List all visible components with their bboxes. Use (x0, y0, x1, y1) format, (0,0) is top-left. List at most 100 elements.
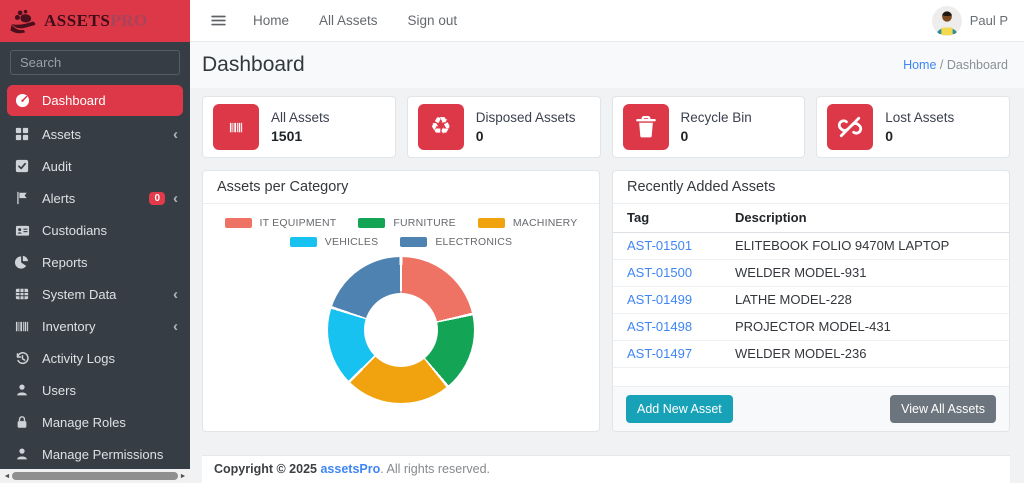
chevron-left-icon: ‹ (173, 191, 178, 206)
add-new-asset-button[interactable]: Add New Asset (626, 395, 733, 423)
sidebar-item-system-data[interactable]: System Data‹ (0, 278, 190, 310)
sidebar-horizontal-scrollbar[interactable]: ◄ ► (0, 469, 190, 483)
view-all-assets-button[interactable]: View All Assets (890, 395, 996, 423)
sidebar-item-manage-roles[interactable]: Manage Roles (0, 406, 190, 438)
sidebar-item-alerts[interactable]: Alerts0‹ (0, 182, 190, 214)
top-navbar: Home All Assets Sign out Paul P (190, 0, 1024, 42)
stat-value: 0 (681, 128, 752, 144)
content: All Assets1501♻Disposed Assets0Recycle B… (190, 88, 1024, 483)
stat-label: Lost Assets (885, 110, 954, 125)
recent-panel-title: Recently Added Assets (613, 171, 1009, 204)
asset-tag-link[interactable]: AST-01501 (613, 233, 721, 260)
asset-description: WELDER MODEL-931 (721, 260, 1009, 287)
pie-chart-icon (14, 254, 30, 270)
sidebar-item-audit[interactable]: Audit (0, 150, 190, 182)
legend-item-machinery: MACHINERY (478, 217, 578, 229)
assets-per-category-panel: Assets per Category IT EQUIPMENT FURNITUR… (202, 170, 600, 432)
breadcrumb-home-link[interactable]: Home (903, 58, 936, 72)
legend-swatch (225, 218, 252, 228)
sidebar-item-inventory[interactable]: Inventory‹ (0, 310, 190, 342)
footer-brand-link[interactable]: assetsPro (320, 462, 380, 476)
donut-hole (364, 293, 438, 367)
nav-link-sign-out[interactable]: Sign out (408, 13, 458, 28)
stat-cards-row: All Assets1501♻Disposed Assets0Recycle B… (202, 96, 1010, 158)
barcode-icon (213, 104, 259, 150)
main-area: Home All Assets Sign out Paul P (190, 0, 1024, 483)
stat-card-lost-assets: Lost Assets 0 (816, 96, 1010, 158)
sidebar-search (10, 50, 180, 75)
chevron-left-icon: ‹ (173, 127, 178, 142)
stat-card-recycle-bin: Recycle Bin0 (612, 96, 806, 158)
recycle-icon: ♻ (418, 104, 464, 150)
sidebar-item-assets[interactable]: Assets ‹ (0, 118, 190, 150)
user-icon (14, 382, 30, 398)
stat-value: 0 (476, 128, 576, 144)
breadcrumb-current: Dashboard (947, 58, 1008, 72)
sidebar-item-label: Users (42, 383, 76, 398)
sidebar-menu: DashboardAssets‹AuditAlerts0‹CustodiansR… (0, 83, 190, 470)
search-input[interactable] (11, 51, 180, 74)
legend-item-electronics: ELECTRONICS (400, 236, 512, 248)
chart-legend: IT EQUIPMENT FURNITURE MACHINERY VEHICLES EL… (203, 217, 599, 248)
sidebar-item-label: Inventory (42, 319, 95, 334)
hamburger-menu-icon[interactable] (210, 12, 227, 29)
sidebar-item-label: Custodians (42, 223, 107, 238)
legend-swatch (290, 237, 317, 247)
recent-assets-table: Tag Description AST-01501ELITEBOOK FOLIO… (613, 204, 1009, 368)
stat-label: All Assets (271, 110, 330, 125)
legend-label: VEHICLES (325, 236, 379, 248)
asset-description: LATHE MODEL-228 (721, 287, 1009, 314)
sidebar-item-activity-logs[interactable]: Activity Logs (0, 342, 190, 374)
panels-row: Assets per Category IT EQUIPMENT FURNITUR… (202, 170, 1010, 432)
scroll-left-arrow-icon[interactable]: ◄ (2, 473, 12, 480)
app-root: ASSETSPRO DashboardAssets‹AuditAlerts0‹C… (0, 0, 1024, 483)
asset-description: PROJECTOR MODEL-431 (721, 314, 1009, 341)
sidebar-item-manage-permissions[interactable]: Manage Permissions (0, 438, 190, 470)
sidebar-item-label: Manage Roles (42, 415, 126, 430)
nav-link-all-assets[interactable]: All Assets (319, 13, 378, 28)
sidebar-item-users[interactable]: Users (0, 374, 190, 406)
legend-item-it-equipment: IT EQUIPMENT (225, 217, 337, 229)
asset-description: ELITEBOOK FOLIO 9470M LAPTOP (721, 233, 1009, 260)
asset-tag-link[interactable]: AST-01499 (613, 287, 721, 314)
asset-tag-link[interactable]: AST-01498 (613, 314, 721, 341)
top-nav-links: Home All Assets Sign out (253, 13, 457, 28)
sidebar-item-custodians[interactable]: Custodians (0, 214, 190, 246)
asset-tag-link[interactable]: AST-01500 (613, 260, 721, 287)
user-icon (14, 446, 30, 462)
sidebar-item-label: Assets (42, 127, 81, 142)
stat-card-all-assets: All Assets 1501 (202, 96, 396, 158)
chart-panel-title: Assets per Category (203, 171, 599, 204)
scroll-right-arrow-icon[interactable]: ► (178, 473, 188, 480)
asset-tag-link[interactable]: AST-01497 (613, 341, 721, 368)
flag-icon (14, 190, 30, 206)
legend-swatch (400, 237, 427, 247)
sidebar-item-label: Audit (42, 159, 72, 174)
table-row: AST-01498PROJECTOR MODEL-431 (613, 314, 1009, 341)
avatar (932, 6, 962, 36)
legend-item-furniture: FURNITURE (358, 217, 455, 229)
table-row: AST-01501ELITEBOOK FOLIO 9470M LAPTOP (613, 233, 1009, 260)
alerts-count-badge: 0 (149, 192, 165, 205)
sidebar: ASSETSPRO DashboardAssets‹AuditAlerts0‹C… (0, 0, 190, 483)
sidebar-item-label: Manage Permissions (42, 447, 163, 462)
user-name: Paul P (970, 13, 1008, 28)
stat-value: 0 (885, 128, 954, 144)
chevron-left-icon: ‹ (173, 287, 178, 302)
brand-header[interactable]: ASSETSPRO (0, 0, 190, 42)
sidebar-item-reports[interactable]: Reports (0, 246, 190, 278)
grid-icon (14, 126, 30, 142)
table-row: AST-01499LATHE MODEL-228 (613, 287, 1009, 314)
trash-icon (623, 104, 669, 150)
sidebar-item-dashboard[interactable]: Dashboard (7, 85, 183, 116)
scrollbar-thumb[interactable] (12, 472, 178, 480)
nav-link-home[interactable]: Home (253, 13, 289, 28)
breadcrumb: Home / Dashboard (903, 58, 1008, 72)
donut-chart (328, 257, 474, 403)
table-row: AST-01497WELDER MODEL-236 (613, 341, 1009, 368)
legend-label: MACHINERY (513, 217, 578, 229)
history-icon (14, 350, 30, 366)
stat-value: 1501 (271, 128, 330, 144)
table-row: AST-01500WELDER MODEL-931 (613, 260, 1009, 287)
user-menu[interactable]: Paul P (932, 6, 1008, 36)
